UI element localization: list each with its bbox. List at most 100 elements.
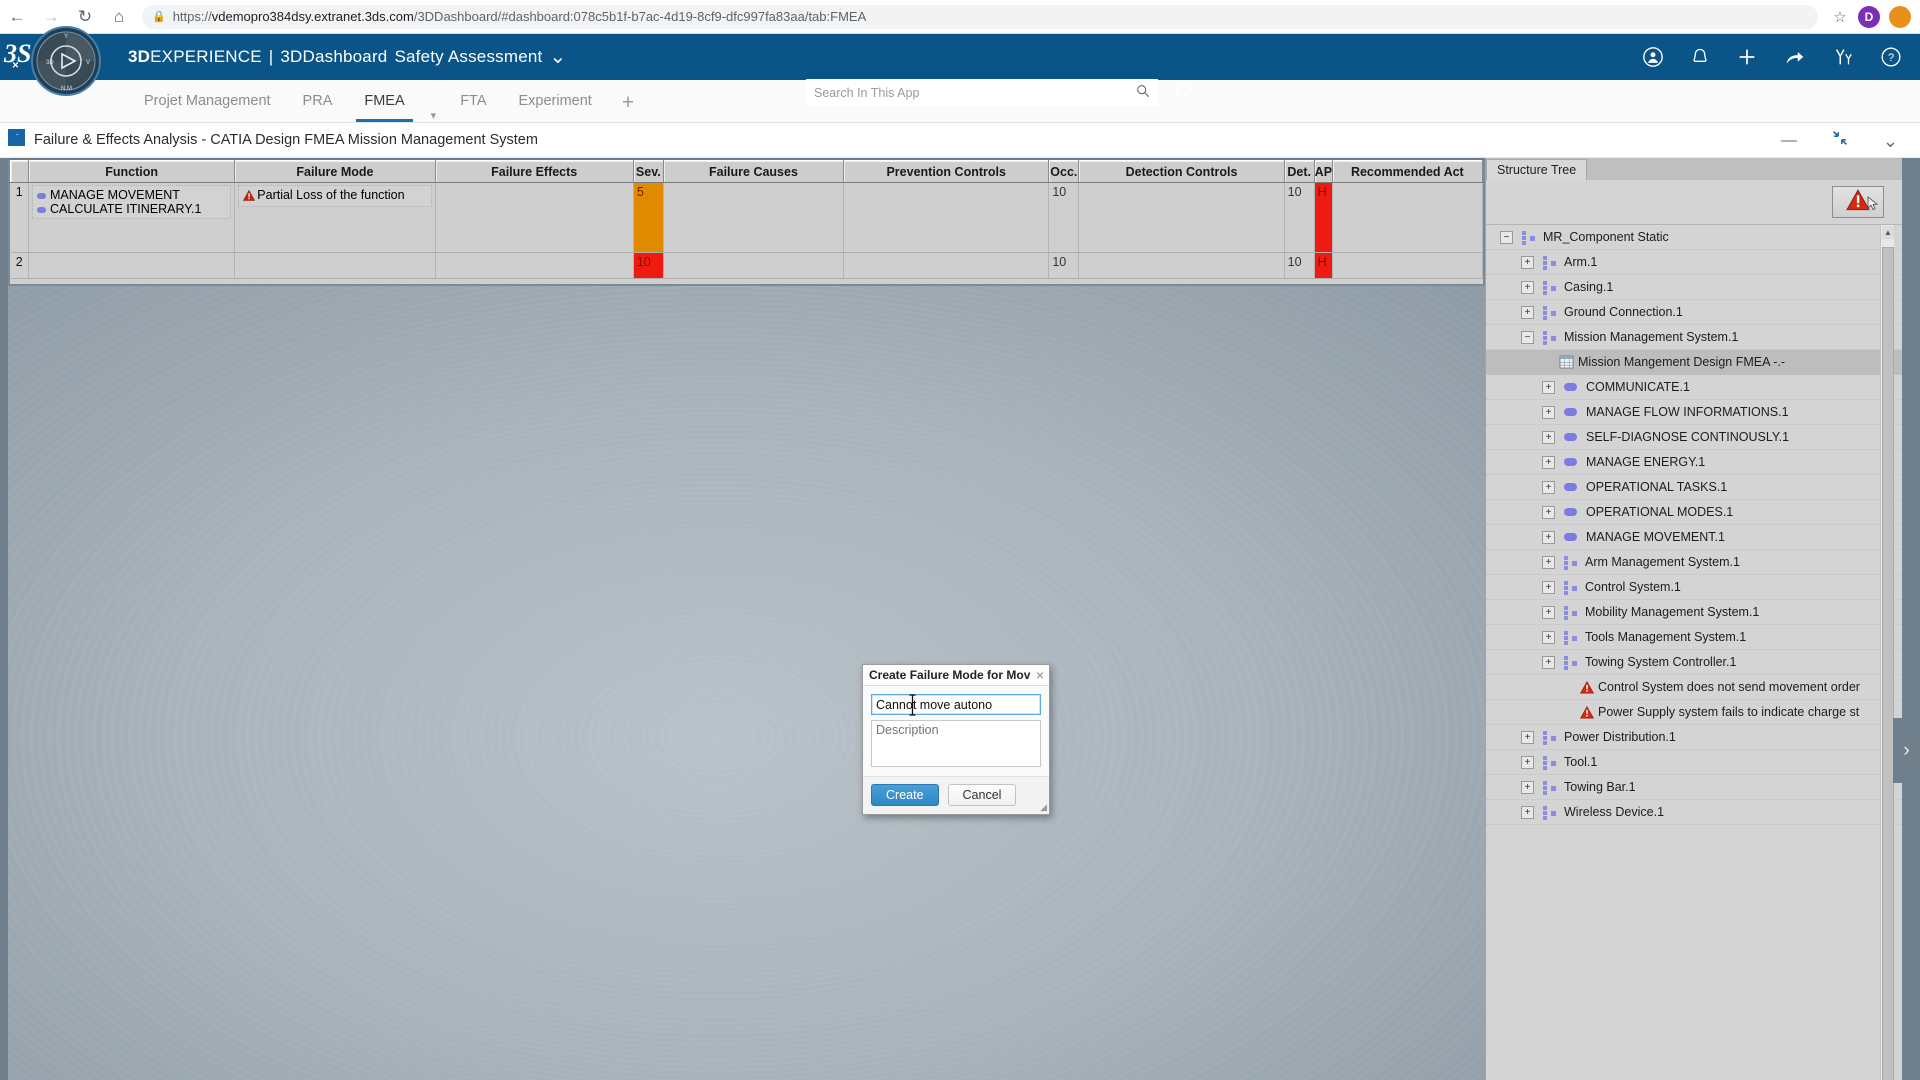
close-icon[interactable]: × — [1033, 668, 1044, 682]
cell-detection-controls[interactable] — [1078, 182, 1285, 253]
tab-fta[interactable]: FTA — [444, 79, 502, 122]
tree-node[interactable]: Control System does not send movement or… — [1486, 675, 1902, 700]
tab-pra[interactable]: PRA — [287, 79, 349, 122]
col-function[interactable]: Function — [28, 160, 236, 183]
tag-icon[interactable] — [1172, 79, 1194, 106]
tree-node[interactable]: + COMMUNICATE.1 — [1486, 375, 1902, 400]
user-icon[interactable] — [1642, 46, 1664, 68]
tree-node[interactable]: + Arm Management System.1 — [1486, 550, 1902, 575]
tree-node[interactable]: Power Supply system fails to indicate ch… — [1486, 700, 1902, 725]
add-tab-button[interactable]: + — [608, 92, 648, 113]
cell-function[interactable]: MANAGE MOVEMENT CALCULATE ITINERARY.1 — [28, 182, 236, 253]
tree-node[interactable]: + Wireless Device.1 — [1486, 800, 1902, 825]
col-ap[interactable]: AP — [1313, 160, 1333, 183]
expand-node-icon[interactable]: + — [1521, 730, 1534, 744]
cell-recommended-action[interactable] — [1332, 182, 1484, 253]
fmea-table[interactable]: Function Failure Mode Failure Effects Se… — [8, 158, 1485, 286]
address-bar[interactable]: 🔒 https://vdemopro384dsy.extranet.3ds.co… — [142, 4, 1818, 29]
collapse-node-icon[interactable]: − — [1521, 330, 1534, 344]
expand-node-icon[interactable]: + — [1542, 555, 1555, 569]
tree-node[interactable]: + Tool.1 — [1486, 750, 1902, 775]
cell-sev[interactable]: 5 — [633, 182, 664, 253]
resize-handle-icon[interactable]: ◢ — [1040, 802, 1047, 813]
tree-node[interactable]: + Tools Management System.1 — [1486, 625, 1902, 650]
tab-projet-management[interactable]: Projet Management — [128, 79, 287, 122]
tree-node[interactable]: + MANAGE FLOW INFORMATIONS.1 — [1486, 400, 1902, 425]
tree-node[interactable]: + Control System.1 — [1486, 575, 1902, 600]
tree-node[interactable]: Mission Mangement Design FMEA -.- — [1486, 350, 1902, 375]
expand-node-icon[interactable]: + — [1542, 630, 1555, 644]
create-button[interactable]: Create — [871, 784, 939, 806]
tree-node[interactable]: + MANAGE MOVEMENT.1 — [1486, 525, 1902, 550]
cell-failure-causes[interactable] — [663, 182, 845, 253]
notification-icon[interactable] — [1690, 46, 1710, 68]
tree-node[interactable]: + OPERATIONAL MODES.1 — [1486, 500, 1902, 525]
cell-prevention-controls[interactable] — [843, 252, 1050, 279]
chevron-down-icon[interactable]: ⌄ — [549, 47, 566, 67]
cell-failure-mode[interactable] — [234, 252, 436, 279]
extension-icon[interactable] — [1889, 5, 1911, 28]
col-failure-causes[interactable]: Failure Causes — [662, 160, 845, 183]
search-icon[interactable] — [1136, 84, 1150, 101]
cell-function[interactable] — [28, 252, 236, 279]
tree-node[interactable]: + Casing.1 — [1486, 275, 1902, 300]
col-sev[interactable]: Sev. — [632, 160, 664, 183]
col-failure-mode[interactable]: Failure Mode — [234, 160, 436, 183]
expand-node-icon[interactable]: + — [1521, 305, 1534, 319]
share-icon[interactable] — [1784, 46, 1806, 68]
col-det[interactable]: Det. — [1283, 160, 1315, 183]
expand-node-icon[interactable]: + — [1521, 255, 1534, 269]
expand-node-icon[interactable]: + — [1542, 430, 1555, 444]
cancel-button[interactable]: Cancel — [947, 784, 1017, 806]
cell-occ[interactable]: 10 — [1048, 182, 1080, 253]
expand-node-icon[interactable]: + — [1521, 805, 1534, 819]
profile-avatar[interactable]: D — [1858, 5, 1880, 28]
col-recommended-action[interactable]: Recommended Act — [1331, 160, 1484, 183]
help-icon[interactable]: ? — [1880, 46, 1902, 68]
structure-tree-list[interactable]: ▲ ▼ −MR_Component Static+Arm.1+Casing.1+… — [1486, 225, 1902, 1080]
tree-node[interactable]: + MANAGE ENERGY.1 — [1486, 450, 1902, 475]
cell-det[interactable]: 10 — [1284, 182, 1315, 253]
tree-node[interactable]: − MR_Component Static — [1486, 225, 1902, 250]
cell-occ[interactable]: 10 — [1048, 252, 1080, 279]
expand-node-icon[interactable]: + — [1542, 530, 1555, 544]
tab-fmea-chevron-down-icon[interactable]: ▾ — [423, 109, 445, 122]
tree-node[interactable]: + Arm.1 — [1486, 250, 1902, 275]
cell-detection-controls[interactable] — [1078, 252, 1285, 279]
warning-filter-button[interactable] — [1832, 186, 1884, 218]
table-row[interactable]: 1 MANAGE MOVEMENT CALCULATE ITINERARY.1 … — [10, 182, 1484, 253]
cell-sev[interactable]: 10 — [633, 252, 664, 279]
minimize-icon[interactable]: — — [1781, 132, 1797, 149]
cell-failure-causes[interactable] — [663, 252, 845, 279]
collapse-panel-button[interactable]: › — [1893, 718, 1920, 783]
tab-fmea[interactable]: FMEA — [348, 79, 420, 122]
expand-node-icon[interactable]: + — [1542, 380, 1555, 394]
restore-collapse-icon[interactable] — [1831, 129, 1849, 152]
tree-node[interactable]: − Mission Management System.1 — [1486, 325, 1902, 350]
tab-structure-tree[interactable]: Structure Tree — [1486, 159, 1588, 180]
tree-scrollbar[interactable]: ▲ ▼ — [1880, 225, 1894, 1080]
description-textarea[interactable] — [871, 720, 1041, 767]
cell-ap[interactable]: H — [1314, 252, 1333, 279]
back-arrow-icon[interactable]: ← — [0, 0, 34, 34]
tree-node[interactable]: + Power Distribution.1 — [1486, 725, 1902, 750]
failure-mode-name-input[interactable] — [871, 694, 1041, 715]
dialog-title-bar[interactable]: Create Failure Mode for Mov × — [863, 665, 1049, 686]
cell-ap[interactable]: H — [1314, 182, 1333, 253]
expand-node-icon[interactable]: + — [1542, 480, 1555, 494]
expand-node-icon[interactable]: + — [1542, 405, 1555, 419]
expand-node-icon[interactable]: + — [1521, 755, 1534, 769]
tree-node[interactable]: + SELF-DIAGNOSE CONTINOUSLY.1 — [1486, 425, 1902, 450]
home-icon[interactable]: ⌂ — [102, 0, 136, 34]
widget-more-chevron-icon[interactable]: ⌄ — [1883, 132, 1898, 150]
scroll-up-arrow[interactable]: ▲ — [1882, 226, 1894, 239]
expand-node-icon[interactable]: + — [1521, 780, 1534, 794]
create-failure-mode-dialog[interactable]: Create Failure Mode for Mov × Create Can… — [862, 664, 1050, 815]
col-prevention-controls[interactable]: Prevention Controls — [843, 160, 1050, 183]
col-detection-controls[interactable]: Detection Controls — [1078, 160, 1285, 183]
add-icon[interactable] — [1736, 46, 1758, 68]
expand-node-icon[interactable]: + — [1521, 280, 1534, 294]
col-failure-effects[interactable]: Failure Effects — [434, 160, 634, 183]
collapse-node-icon[interactable]: − — [1500, 230, 1513, 244]
expand-node-icon[interactable]: + — [1542, 505, 1555, 519]
